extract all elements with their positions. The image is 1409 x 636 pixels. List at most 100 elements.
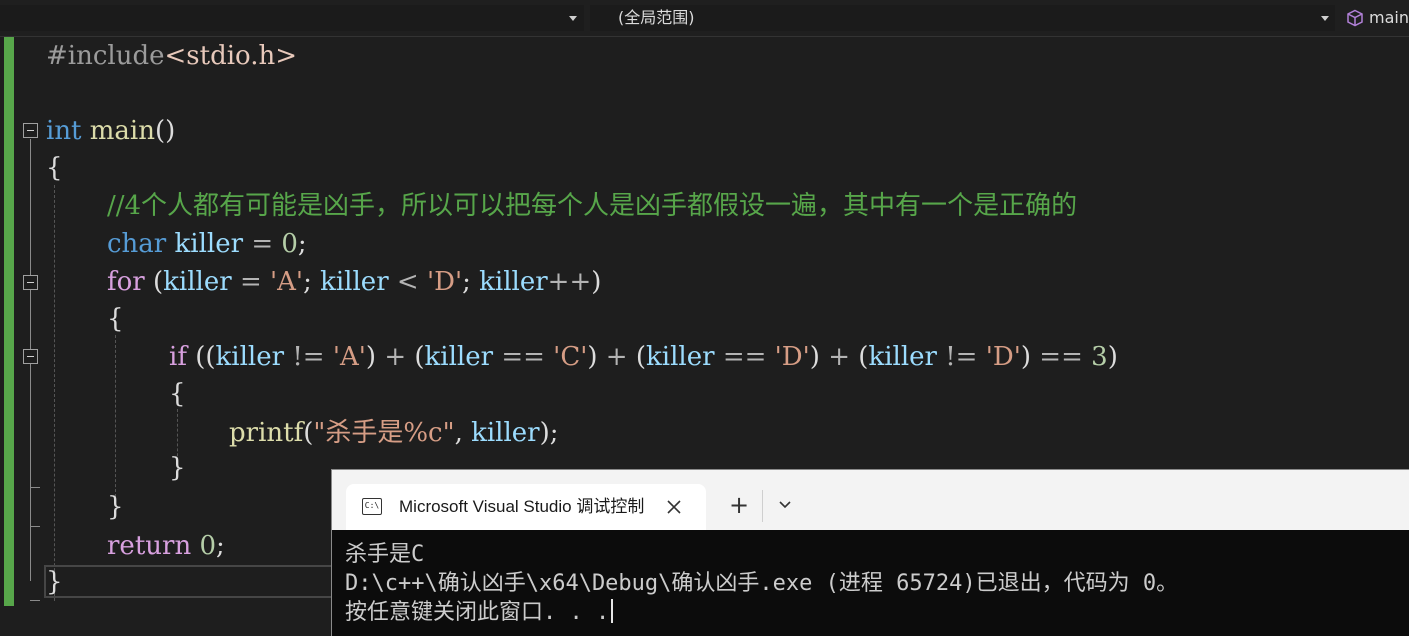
variable: killer — [163, 267, 232, 297]
terminal-icon: C:\ — [362, 498, 382, 515]
brace: } — [169, 453, 186, 483]
close-icon[interactable] — [662, 495, 686, 519]
char-literal: 'A' — [332, 342, 366, 372]
outline-end-marker — [30, 526, 40, 527]
code-line-8: { — [107, 302, 124, 336]
navigation-bar: (全局范围) main — [0, 0, 1409, 37]
char-literal: 'A' — [270, 267, 304, 297]
new-tab-button[interactable]: + — [724, 490, 754, 520]
operator: != — [945, 342, 978, 372]
keyword: if — [169, 342, 187, 372]
punctuation: ) — [587, 342, 598, 372]
operator: < — [396, 267, 419, 297]
char-literal: 'D' — [774, 342, 810, 372]
code-line-11: printf("杀手是%c", killer); — [229, 416, 559, 450]
code-comment: //4个人都有可能是凶手，所以可以把每个人是凶手都假设一遍，其中有一个是正确的 — [107, 191, 1078, 221]
punctuation: ) — [1020, 342, 1032, 372]
number-literal: 0 — [199, 531, 216, 561]
semicolon: ; — [297, 229, 307, 259]
brace: { — [107, 304, 124, 334]
punctuation: ) — [591, 267, 602, 297]
variable: killer — [646, 342, 715, 372]
operator: ++ — [547, 267, 592, 297]
brace: } — [107, 492, 124, 522]
console-titlebar[interactable]: C:\ Microsoft Visual Studio 调试控制台 + — [332, 470, 1409, 530]
brace: { — [46, 153, 63, 183]
outline-end-marker — [30, 487, 40, 488]
debug-console-window[interactable]: C:\ Microsoft Visual Studio 调试控制台 + 杀手是C… — [331, 469, 1409, 636]
variable: killer — [174, 229, 244, 259]
keyword: char — [107, 229, 167, 259]
operator: = — [251, 229, 274, 259]
console-tab-title: Microsoft Visual Studio 调试控制台 — [399, 497, 644, 516]
operator: != — [292, 342, 325, 372]
keyword: for — [107, 267, 145, 297]
punctuation: ( — [635, 342, 647, 372]
change-tracking-bar — [4, 37, 14, 606]
operator: == — [501, 342, 545, 372]
collapse-main-icon[interactable] — [23, 123, 38, 138]
variable: killer — [215, 342, 285, 372]
char-literal: 'D' — [426, 267, 463, 297]
punctuation: ); — [539, 418, 559, 448]
scope-label: (全局范围) — [618, 8, 695, 27]
brace: } — [46, 567, 63, 597]
text-cursor — [611, 599, 614, 623]
preprocessor-directive: #include — [46, 41, 165, 71]
code-line-10: { — [169, 377, 186, 411]
function-dropdown[interactable]: main — [1343, 5, 1409, 31]
console-output-line: D:\c++\确认凶手\x64\Debug\确认凶手.exe (进程 65724… — [345, 571, 1179, 596]
console-prompt-line: 按任意键关闭此窗口. . . — [345, 598, 1409, 627]
number-literal: 0 — [281, 229, 298, 259]
punctuation: ) — [365, 342, 377, 372]
chevron-down-icon[interactable] — [772, 492, 798, 518]
scope-dropdown[interactable]: (全局范围) — [590, 5, 1335, 31]
punctuation: () — [155, 116, 176, 146]
outline-end-marker — [30, 600, 40, 601]
punctuation: ( — [303, 418, 314, 448]
chevron-down-icon — [569, 16, 577, 21]
string-literal: "杀手是%c" — [313, 418, 455, 448]
code-line-7: for (killer = 'A'; killer < 'D'; killer+… — [107, 265, 601, 299]
function-label: main — [1369, 8, 1409, 27]
function-name: main — [89, 116, 155, 146]
char-literal: 'C' — [553, 342, 588, 372]
operator: + — [605, 342, 628, 372]
punctuation: ( — [858, 342, 869, 372]
variable: killer — [424, 342, 494, 372]
operator: + — [384, 342, 407, 372]
console-output-line: 杀手是C — [345, 542, 425, 567]
code-line-9: if ((killer != 'A') + (killer == 'C') + … — [169, 340, 1118, 374]
punctuation: ) — [1107, 342, 1118, 372]
char-literal: 'D' — [985, 342, 1021, 372]
variable: killer — [471, 418, 540, 448]
include-header: <stdio.h> — [164, 41, 298, 71]
collapse-for-icon[interactable] — [23, 275, 38, 290]
code-line-14: return 0; — [107, 529, 225, 563]
punctuation: ( — [152, 267, 164, 297]
semicolon: ; — [303, 267, 312, 297]
semicolon: ; — [216, 531, 225, 561]
code-line-3: int main() — [46, 114, 175, 148]
keyword: return — [107, 531, 192, 561]
console-tab[interactable]: C:\ Microsoft Visual Studio 调试控制台 — [346, 484, 706, 530]
semicolon: ; — [462, 267, 471, 297]
file-dropdown[interactable] — [0, 5, 584, 31]
function-name: printf — [229, 418, 304, 448]
indent-guide — [115, 335, 116, 497]
console-output[interactable]: 杀手是C D:\c++\确认凶手\x64\Debug\确认凶手.exe (进程 6… — [345, 540, 1409, 627]
code-line-13: } — [107, 490, 124, 524]
indent-guide — [54, 185, 55, 601]
punctuation: (( — [195, 342, 216, 372]
code-line-12: } — [169, 451, 186, 485]
number-literal: 3 — [1091, 342, 1108, 372]
code-line-4: { — [46, 151, 63, 185]
operator: + — [828, 342, 851, 372]
collapse-if-icon[interactable] — [23, 349, 38, 364]
tab-divider — [762, 490, 763, 522]
variable: killer — [868, 342, 937, 372]
punctuation: , — [454, 418, 463, 448]
cube-icon — [1347, 9, 1363, 27]
operator: = — [239, 267, 262, 297]
console-prompt-text: 按任意键关闭此窗口. . . — [345, 600, 610, 625]
